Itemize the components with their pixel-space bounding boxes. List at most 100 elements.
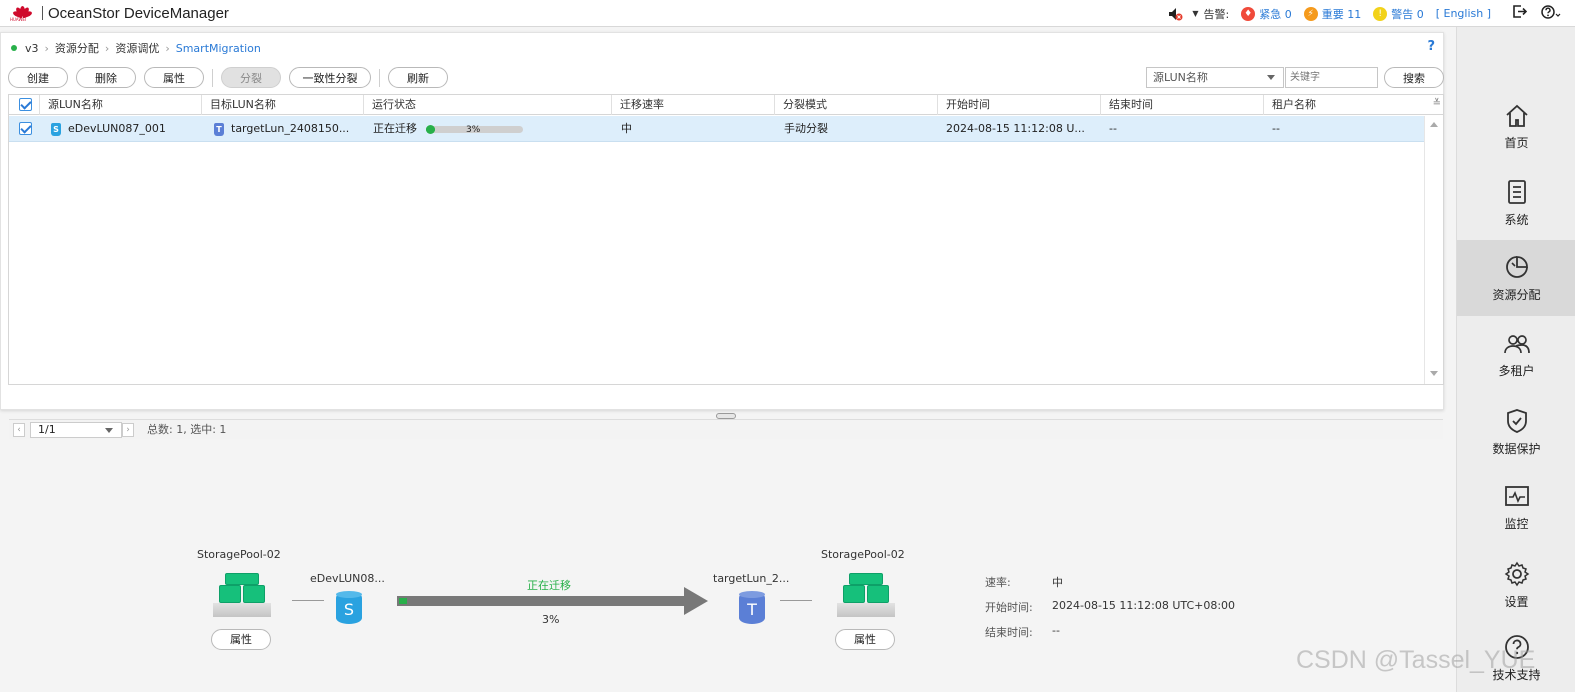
- breadcrumb-device[interactable]: v3: [25, 42, 39, 55]
- properties-button[interactable]: 属性: [144, 67, 204, 88]
- breadcrumb-tuning[interactable]: 资源调优: [115, 40, 159, 56]
- create-button[interactable]: 创建: [8, 67, 68, 88]
- nav-label-tenant: 多租户: [1498, 363, 1535, 378]
- alarm-critical[interactable]: ♦ 紧急 0: [1241, 6, 1292, 22]
- source-lun-name: eDevLUN08...: [310, 572, 385, 585]
- bolt-icon: ⚡: [1303, 6, 1318, 21]
- breadcrumb-resource[interactable]: 资源分配: [55, 40, 99, 56]
- prev-page-button[interactable]: ‹: [13, 423, 25, 437]
- target-lun-icon-large: T: [739, 591, 765, 624]
- help-menu-icon[interactable]: [1541, 4, 1561, 23]
- migration-arrow: [397, 596, 684, 606]
- top-bar: HUAWEI OceanStor DeviceManager ▼ 告警: ♦ 紧…: [0, 0, 1575, 27]
- exclamation-icon: !: [1373, 6, 1388, 21]
- search-button[interactable]: 搜索: [1384, 67, 1444, 88]
- resize-handle[interactable]: [716, 413, 736, 419]
- col-target-lun[interactable]: 目标LUN名称: [201, 95, 363, 115]
- monitor-icon: [1504, 485, 1529, 506]
- cell-target-lun[interactable]: targetLun_2408150...: [231, 116, 361, 142]
- target-lun-icon: T: [214, 123, 224, 136]
- column-settings-icon[interactable]: ≚: [1433, 98, 1441, 109]
- nav-item-resource[interactable]: 资源分配: [1457, 240, 1575, 316]
- nav-label-settings: 设置: [1504, 594, 1529, 609]
- resource-icon: [1505, 255, 1528, 278]
- table-row[interactable]: S eDevLUN087_001 T targetLun_2408150... …: [9, 116, 1424, 142]
- source-lun-icon-large: S: [336, 591, 362, 624]
- pager-summary: 总数: 1, 选中: 1: [147, 423, 227, 436]
- gear-icon: [1504, 561, 1529, 586]
- source-pool-icon: [213, 571, 271, 617]
- search-input[interactable]: [1285, 67, 1378, 88]
- nav-item-settings[interactable]: 设置: [1457, 547, 1575, 623]
- nav-label-resource: 资源分配: [1492, 287, 1541, 302]
- next-page-button[interactable]: ›: [122, 423, 134, 437]
- col-end-time[interactable]: 结束时间: [1100, 95, 1263, 115]
- page-help-icon[interactable]: ?: [1427, 39, 1435, 54]
- alarm-critical-label: 紧急 0: [1259, 7, 1292, 21]
- shield-icon: [1506, 408, 1527, 433]
- target-pool-properties-button[interactable]: 属性: [835, 629, 895, 650]
- breadcrumb: v3 › 资源分配 › 资源调优 › SmartMigration: [11, 40, 261, 56]
- cell-split-mode: 手动分裂: [784, 122, 828, 135]
- target-pool-icon: [837, 571, 895, 617]
- logout-icon[interactable]: [1513, 5, 1528, 22]
- flame-icon: ♦: [1241, 6, 1256, 21]
- nav-item-home[interactable]: 首页: [1457, 89, 1575, 165]
- col-start-time[interactable]: 开始时间: [937, 95, 1100, 115]
- table-scrollbar[interactable]: [1424, 116, 1443, 384]
- alarm-major-label: 重要 11: [1321, 7, 1362, 21]
- chevron-right-icon: ›: [104, 41, 110, 55]
- source-lun-icon: S: [51, 123, 61, 136]
- target-lun-name: targetLun_2...: [713, 572, 790, 585]
- chevron-down-icon: [105, 428, 113, 433]
- right-nav: 首页 系统 资源分配 多租户 数据保护 监控 设置 技术支持: [1456, 27, 1575, 692]
- page-select[interactable]: 1/1: [30, 422, 122, 438]
- row-progress-bar: 3%: [426, 125, 523, 135]
- scroll-down-icon[interactable]: [1430, 371, 1438, 376]
- consistent-split-button[interactable]: 一致性分裂: [289, 67, 371, 88]
- cell-source-lun[interactable]: eDevLUN087_001: [68, 116, 198, 142]
- huawei-logo: HUAWEI: [10, 4, 36, 22]
- toolbar-divider: [212, 68, 213, 87]
- detail-start-label: 开始时间:: [985, 601, 1033, 614]
- watermark: CSDN @Tassel_YUE: [1296, 646, 1536, 674]
- alarm-label: 告警:: [1203, 7, 1230, 21]
- nav-item-tenant[interactable]: 多租户: [1457, 317, 1575, 393]
- col-split-mode[interactable]: 分裂模式: [774, 95, 937, 115]
- scroll-up-icon[interactable]: [1430, 122, 1438, 127]
- refresh-button[interactable]: 刷新: [388, 67, 448, 88]
- search-field-value: 源LUN名称: [1153, 71, 1208, 84]
- breadcrumb-current: SmartMigration: [175, 41, 261, 55]
- col-status[interactable]: 运行状态: [363, 95, 611, 115]
- col-source-lun[interactable]: 源LUN名称: [39, 95, 201, 115]
- col-tenant[interactable]: 租户名称: [1263, 95, 1426, 115]
- delete-button[interactable]: 删除: [76, 67, 136, 88]
- cell-tenant: --: [1272, 122, 1280, 135]
- source-pool-name: StoragePool-02: [197, 548, 281, 561]
- table-header: 源LUN名称 目标LUN名称 运行状态 迁移速率 分裂模式 开始时间 结束时间 …: [9, 95, 1443, 115]
- nav-item-monitor[interactable]: 监控: [1457, 470, 1575, 546]
- nav-item-system[interactable]: 系统: [1457, 165, 1575, 241]
- toolbar: 创建 删除 属性 分裂 一致性分裂 刷新: [8, 67, 456, 88]
- alarm-warning[interactable]: ! 警告 0: [1373, 6, 1424, 22]
- page-value: 1/1: [38, 423, 56, 436]
- row-checkbox[interactable]: [19, 122, 32, 135]
- col-rate[interactable]: 迁移速率: [611, 95, 774, 115]
- nav-item-data-protection[interactable]: 数据保护: [1457, 394, 1575, 470]
- cell-status: 正在迁移: [373, 122, 417, 135]
- migration-arrow-head: [684, 587, 708, 615]
- alarm-major[interactable]: ⚡ 重要 11: [1303, 6, 1362, 22]
- search-field-select[interactable]: 源LUN名称: [1146, 67, 1284, 88]
- home-icon: [1505, 104, 1528, 127]
- top-right-area: ▼ 告警: ♦ 紧急 0 ⚡ 重要 11 ! 警告 0 [ English ]: [1168, 0, 1575, 27]
- source-pool-properties-button[interactable]: 属性: [211, 629, 271, 650]
- language-switch[interactable]: [ English ]: [1436, 7, 1491, 20]
- split-button[interactable]: 分裂: [221, 67, 281, 88]
- brand-word: HUAWEI: [10, 17, 27, 22]
- alarm-dropdown-icon[interactable]: ▼: [1192, 9, 1198, 18]
- migration-table: 源LUN名称 目标LUN名称 运行状态 迁移速率 分裂模式 开始时间 结束时间 …: [8, 94, 1444, 439]
- speaker-mute-icon[interactable]: [1168, 7, 1184, 21]
- detail-end-value: --: [1052, 624, 1060, 637]
- select-all-checkbox[interactable]: [19, 98, 32, 111]
- title-divider: [42, 6, 43, 20]
